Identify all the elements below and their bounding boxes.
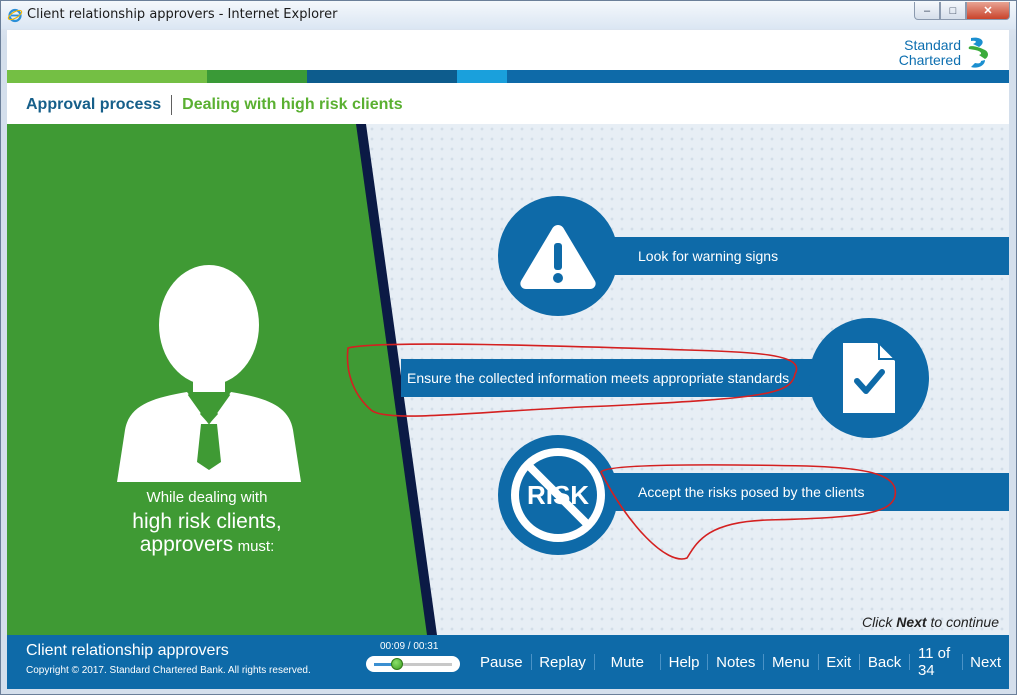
page-title: Dealing with high risk clients bbox=[182, 96, 403, 113]
prompt-next: Next bbox=[896, 614, 927, 630]
intro-line-3: approvers must: bbox=[92, 533, 322, 558]
browser-window: Client relationship approvers - Internet… bbox=[0, 0, 1017, 695]
color-bar-segment bbox=[7, 70, 207, 83]
maximize-button[interactable]: □ bbox=[940, 2, 966, 20]
notes-button[interactable]: Notes bbox=[708, 652, 763, 672]
item-band-2: Ensure the collected information meets a… bbox=[401, 359, 851, 397]
breadcrumb-section: Approval process bbox=[26, 96, 162, 113]
item-band-1: Look for warning signs bbox=[567, 237, 1009, 275]
player-footer: Client relationship approvers Copyright … bbox=[7, 635, 1009, 689]
business-person-icon bbox=[117, 265, 301, 482]
nav-divider bbox=[593, 654, 595, 670]
logo-line-2: Chartered bbox=[898, 52, 961, 68]
slide-stage: While dealing with high risk clients, ap… bbox=[7, 124, 1009, 635]
pause-button[interactable]: Pause bbox=[472, 652, 531, 672]
seek-handle[interactable] bbox=[390, 658, 403, 670]
menu-button[interactable]: Menu bbox=[764, 652, 818, 672]
item-band-3: Accept the risks posed by the clients bbox=[567, 473, 1009, 511]
copyright-text: Copyright © 2017. Standard Chartered Ban… bbox=[26, 665, 311, 676]
item-circle-2 bbox=[809, 318, 929, 438]
item-text-2: Ensure the collected information meets a… bbox=[407, 370, 790, 386]
document-check-icon bbox=[843, 341, 897, 413]
course-title: Client relationship approvers bbox=[26, 642, 229, 659]
exit-button[interactable]: Exit bbox=[818, 652, 859, 672]
color-bar-segment bbox=[207, 70, 307, 83]
breadcrumb: Approval process Dealing with high risk … bbox=[26, 95, 403, 115]
color-bar-segment bbox=[507, 70, 1009, 83]
no-risk-icon: RISK bbox=[511, 448, 605, 542]
color-bar bbox=[7, 70, 1009, 83]
color-bar-segment bbox=[457, 70, 507, 83]
replay-button[interactable]: Replay bbox=[531, 652, 594, 672]
logo-line-1: Standard bbox=[904, 37, 961, 53]
title-bar: Client relationship approvers - Internet… bbox=[1, 1, 1016, 29]
prompt-prefix: Click bbox=[862, 614, 893, 630]
prompt-suffix: to continue bbox=[930, 614, 1000, 630]
warning-icon bbox=[520, 225, 596, 289]
intro-line-1: While dealing with bbox=[146, 489, 268, 506]
item-text-1: Look for warning signs bbox=[638, 248, 779, 264]
window-title: Client relationship approvers - Internet… bbox=[27, 7, 338, 22]
item-text-3: Accept the risks posed by the clients bbox=[638, 484, 865, 500]
item-circle-3: RISK bbox=[498, 435, 618, 555]
player-navigation: Pause Replay Mute Help Notes Menu Exit B… bbox=[472, 635, 1009, 689]
intro-line-2: high risk clients, bbox=[132, 510, 282, 533]
standard-chartered-logo: Standard Chartered bbox=[889, 33, 999, 71]
back-button[interactable]: Back bbox=[860, 652, 909, 672]
next-button[interactable]: Next bbox=[962, 652, 1009, 672]
breadcrumb-divider bbox=[171, 95, 173, 115]
seek-slider[interactable] bbox=[366, 656, 460, 672]
internet-explorer-icon bbox=[7, 8, 23, 23]
logo-mark-icon bbox=[968, 37, 988, 68]
close-button[interactable]: ✕ bbox=[966, 2, 1010, 20]
intro-must: must: bbox=[237, 538, 275, 555]
playback-time: 00:09 / 00:31 bbox=[380, 641, 439, 652]
minimize-button[interactable]: – bbox=[914, 2, 940, 20]
mute-button[interactable]: Mute bbox=[603, 652, 652, 672]
page-counter: 11 of 34 bbox=[917, 645, 951, 679]
intro-approvers: approvers bbox=[139, 533, 234, 556]
item-circle-1 bbox=[498, 196, 618, 316]
help-button[interactable]: Help bbox=[661, 652, 708, 672]
color-bar-segment bbox=[307, 70, 457, 83]
course-player: Standard Chartered Approval process Deal… bbox=[7, 30, 1009, 689]
click-next-prompt: Click Next to continue bbox=[862, 614, 999, 630]
